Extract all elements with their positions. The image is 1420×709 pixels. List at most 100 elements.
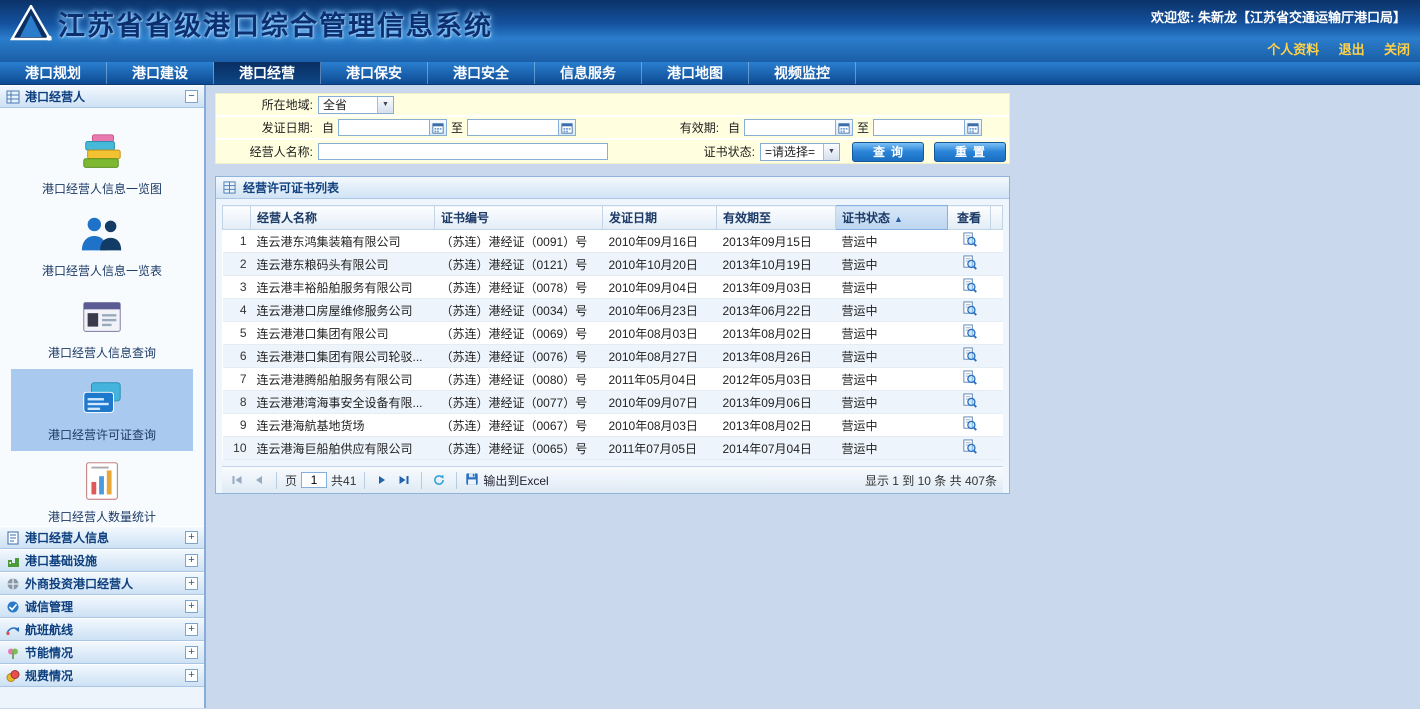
view-icon[interactable] [962, 278, 977, 293]
expand-icon[interactable]: + [185, 646, 198, 659]
page-number-input[interactable] [301, 472, 327, 488]
cert-status-cell: 营运中 [836, 391, 948, 414]
table-row[interactable]: 3 连云港丰裕船舶服务有限公司 （苏连）港经证（0078）号 2010年09月0… [223, 276, 1003, 299]
issue-date-cell: 2010年10月20日 [603, 253, 717, 276]
valid-until-cell: 2013年08月26日 [717, 345, 836, 368]
view-icon[interactable] [962, 301, 977, 316]
table-row[interactable]: 1 连云港东鸿集装箱有限公司 （苏连）港经证（0091）号 2010年09月16… [223, 230, 1003, 253]
table-row[interactable]: 4 连云港港口房屋维修服务公司 （苏连）港经证（0034）号 2010年06月2… [223, 299, 1003, 322]
view-icon[interactable] [962, 416, 977, 431]
operator-name-input[interactable] [318, 143, 608, 160]
export-excel-button[interactable]: 输出到Excel [465, 472, 548, 489]
view-cell [948, 345, 991, 368]
sidebar-item-label: 港口经营许可证查询 [48, 426, 156, 443]
nav-tab-7[interactable]: 视频监控 [749, 62, 856, 84]
table-row[interactable]: 9 连云港海航基地货场 （苏连）港经证（0067）号 2010年08月03日 2… [223, 414, 1003, 437]
view-icon[interactable] [962, 439, 977, 454]
validity-from-input[interactable] [744, 119, 836, 136]
region-select[interactable]: 全省 ▼ [318, 96, 394, 114]
view-cell [948, 414, 991, 437]
refresh-icon[interactable] [430, 471, 448, 489]
sidebar-group-6[interactable]: 规费情况 + [0, 664, 204, 687]
nav-tab-5[interactable]: 信息服务 [535, 62, 642, 84]
sidebar-item-0[interactable]: 港口经营人信息一览图 [11, 123, 193, 205]
view-icon[interactable] [962, 255, 977, 270]
books-icon [78, 130, 126, 176]
nav-tab-2[interactable]: 港口经营 [214, 62, 321, 84]
nav-tab-6[interactable]: 港口地图 [642, 62, 749, 84]
expand-icon[interactable]: + [185, 554, 198, 567]
expand-icon[interactable]: + [185, 577, 198, 590]
first-page-icon[interactable] [228, 471, 246, 489]
col-cert-no[interactable]: 证书编号 [435, 206, 603, 230]
sidebar-group-5[interactable]: 节能情况 + [0, 641, 204, 664]
close-link[interactable]: 关闭 [1384, 42, 1410, 57]
calendar-icon[interactable] [836, 119, 853, 136]
sidebar-group-0[interactable]: 港口经营人信息 + [0, 526, 204, 549]
col-issue-date[interactable]: 发证日期 [603, 206, 717, 230]
nav-tab-0[interactable]: 港口规划 [0, 62, 107, 84]
col-operator-name[interactable]: 经营人名称 [251, 206, 435, 230]
view-cell [948, 276, 991, 299]
cert-status-select[interactable]: =请选择= ▼ [760, 143, 840, 161]
cert-status-cell: 营运中 [836, 253, 948, 276]
sidebar-group-2[interactable]: 外商投资港口经营人 + [0, 572, 204, 595]
view-icon[interactable] [962, 232, 977, 247]
expand-icon[interactable]: + [185, 600, 198, 613]
issue-date-from-input[interactable] [338, 119, 430, 136]
fee-small-icon [6, 669, 20, 683]
view-icon[interactable] [962, 347, 977, 362]
prev-page-icon[interactable] [250, 471, 268, 489]
logout-link[interactable]: 退出 [1339, 42, 1365, 57]
operator-name-cell: 连云港港口房屋维修服务公司 [251, 299, 435, 322]
next-page-icon[interactable] [373, 471, 391, 489]
sidebar-group-3[interactable]: 诚信管理 + [0, 595, 204, 618]
calendar-icon[interactable] [965, 119, 982, 136]
expand-icon[interactable]: + [185, 623, 198, 636]
table-row[interactable]: 2 连云港东粮码头有限公司 （苏连）港经证（0121）号 2010年10月20日… [223, 253, 1003, 276]
view-icon[interactable] [962, 393, 977, 408]
operator-name-label: 经营人名称: [216, 143, 318, 160]
profile-link[interactable]: 个人资料 [1267, 42, 1319, 57]
issue-date-to-input[interactable] [467, 119, 559, 136]
reset-button[interactable]: 重置 [934, 142, 1006, 162]
sidebar-group-label: 诚信管理 [25, 598, 73, 615]
calendar-icon[interactable] [559, 119, 576, 136]
row-filler [991, 230, 1003, 253]
operator-name-cell: 连云港港湾海事安全设备有限... [251, 391, 435, 414]
header-filler [991, 206, 1003, 230]
table-row[interactable]: 8 连云港港湾海事安全设备有限... （苏连）港经证（0077）号 2010年0… [223, 391, 1003, 414]
query-button[interactable]: 查询 [852, 142, 924, 162]
sidebar-item-1[interactable]: 港口经营人信息一览表 [11, 205, 193, 287]
info-small-icon [6, 531, 20, 545]
nav-tab-1[interactable]: 港口建设 [107, 62, 214, 84]
view-icon[interactable] [962, 324, 977, 339]
table-row[interactable]: 5 连云港港口集团有限公司 （苏连）港经证（0069）号 2010年08月03日… [223, 322, 1003, 345]
table-row[interactable]: 10 连云港海巨船舶供应有限公司 （苏连）港经证（0065）号 2011年07月… [223, 437, 1003, 460]
sidebar-item-2[interactable]: 港口经营人信息查询 [11, 287, 193, 369]
cert-status-cell: 营运中 [836, 322, 948, 345]
col-valid-until[interactable]: 有效期至 [717, 206, 836, 230]
expand-icon[interactable]: + [185, 669, 198, 682]
validity-to-input[interactable] [873, 119, 965, 136]
expand-icon[interactable]: + [185, 531, 198, 544]
valid-until-cell: 2012年05月03日 [717, 368, 836, 391]
table-row[interactable]: 7 连云港港腾船舶服务有限公司 （苏连）港经证（0080）号 2011年05月0… [223, 368, 1003, 391]
view-cell [948, 230, 991, 253]
nav-tab-4[interactable]: 港口安全 [428, 62, 535, 84]
page: 江苏省省级港口综合管理信息系统 欢迎您: 朱新龙【江苏省交通运输厅港口局】 个人… [0, 0, 1420, 708]
sidebar-item-3[interactable]: 港口经营许可证查询 [11, 369, 193, 451]
foreign-small-icon [6, 577, 20, 591]
table-row[interactable]: 6 连云港港口集团有限公司轮驳... （苏连）港经证（0076）号 2010年0… [223, 345, 1003, 368]
sidebar-item-4[interactable]: 港口经营人数量统计 [11, 451, 193, 533]
collapse-icon[interactable]: − [185, 90, 198, 103]
sidebar-group-1[interactable]: 港口基础设施 + [0, 549, 204, 572]
sidebar-panel-header[interactable]: 港口经营人 − [0, 85, 204, 108]
col-cert-status[interactable]: 证书状态▲ [836, 206, 948, 230]
cert-no-cell: （苏连）港经证（0034）号 [435, 299, 603, 322]
calendar-icon[interactable] [430, 119, 447, 136]
last-page-icon[interactable] [395, 471, 413, 489]
nav-tab-3[interactable]: 港口保安 [321, 62, 428, 84]
view-icon[interactable] [962, 370, 977, 385]
sidebar-group-4[interactable]: 航班航线 + [0, 618, 204, 641]
